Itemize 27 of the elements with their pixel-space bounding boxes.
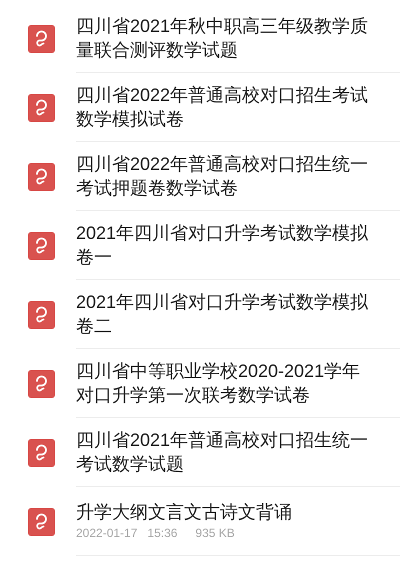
file-list-item[interactable]: 四川省2022年普通高校对口招生统一 考试押题卷数学试卷: [0, 142, 400, 211]
file-list-item[interactable]: 四川省2021年秋中职高三年级教学质 量联合测评数学试题: [0, 4, 400, 73]
file-title: 四川省2022年普通高校对口招生统一 考试押题卷数学试卷: [76, 153, 370, 200]
file-list-item[interactable]: 2021年四川省对口升学考试数学模拟 卷一: [0, 211, 400, 280]
document-icon: [28, 162, 55, 190]
file-title: 升学大纲文言文古诗文背诵: [76, 501, 293, 524]
document-icon: [28, 370, 55, 398]
document-icon: [28, 232, 55, 260]
file-list-item[interactable]: 2021年四川省对口升学考试数学模拟 卷二: [0, 280, 400, 349]
file-title: 2021年四川省对口升学考试数学模拟 卷二: [76, 291, 370, 338]
file-title: 四川省2021年普通高校对口招生统一 考试数学试题: [76, 429, 370, 476]
file-list-item[interactable]: 四川省2022年普通高校对口招生考试 数学模拟试卷: [0, 73, 400, 142]
file-date: 2022-01-17: [76, 525, 138, 542]
file-title: 四川省2021年秋中职高三年级教学质 量联合测评数学试题: [76, 15, 370, 62]
file-title: 四川省中等职业学校2020-2021学年 对口升学第一次联考数学试卷: [76, 360, 362, 407]
file-size: 935 KB: [195, 525, 235, 542]
document-icon: [28, 94, 55, 122]
file-title: 四川省2022年普通高校对口招生考试 数学模拟试卷: [76, 84, 370, 131]
file-title: 2021年四川省对口升学考试数学模拟 卷一: [76, 222, 370, 269]
file-list-item[interactable]: 四川省2021年普通高校对口招生统一 考试数学试题: [0, 418, 400, 487]
file-list-item[interactable]: 升学大纲文言文古诗文背诵 2022-01-17 15:36 935 KB: [0, 487, 400, 556]
document-icon: [28, 24, 55, 52]
document-icon: [28, 508, 55, 536]
document-icon: [28, 438, 55, 466]
file-list-item[interactable]: 四川省中等职业学校2020-2021学年 对口升学第一次联考数学试卷: [0, 349, 400, 418]
file-time: 15:36: [147, 525, 178, 542]
document-icon: [28, 300, 55, 328]
